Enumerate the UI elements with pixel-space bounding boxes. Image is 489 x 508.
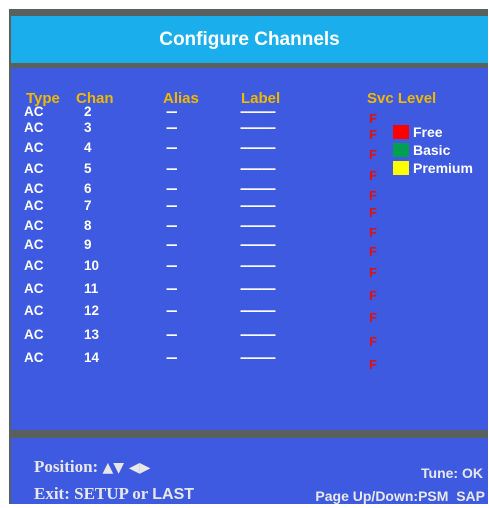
row-type: AC (24, 120, 44, 135)
row-alias: --- (166, 218, 177, 233)
row-alias: --- (166, 161, 177, 176)
row-alias: --- (166, 327, 177, 342)
page-updown-hint: Page Up/Down:PSM SAP (315, 488, 485, 504)
legend-label-premium: Premium (413, 160, 473, 176)
row-label: ---------- (240, 161, 276, 176)
row-chan: 11 (84, 281, 99, 296)
row-type: AC (24, 140, 44, 155)
row-type: AC (24, 281, 44, 296)
row-alias: --- (166, 140, 177, 155)
row-type: AC (24, 218, 44, 233)
row-svc-level: F (369, 147, 377, 162)
row-svc-level: F (369, 334, 377, 349)
exit-last-key: LAST (152, 486, 195, 503)
row-label: ---------- (240, 104, 276, 119)
row-type: AC (24, 237, 44, 252)
row-svc-level: F (369, 225, 377, 240)
row-alias: --- (166, 198, 177, 213)
legend-item-free: Free (393, 124, 443, 140)
row-type: AC (24, 327, 44, 342)
legend-label-basic: Basic (413, 142, 451, 158)
row-svc-level: F (369, 188, 377, 203)
row-alias: --- (166, 120, 177, 135)
row-chan: 2 (84, 104, 92, 119)
row-svc-level: F (369, 127, 377, 142)
row-alias: --- (166, 303, 177, 318)
footer-help-bar: Position: ▲▼ ◀▶ Exit: SETUP or LAST Tune… (11, 438, 488, 504)
title-bar: Configure Channels (11, 16, 488, 63)
row-svc-level: F (369, 244, 377, 259)
header-svc-level: Svc Level (367, 90, 437, 107)
position-hint: Position: ▲▼ ◀▶ (34, 457, 150, 477)
row-label: ---------- (240, 140, 276, 155)
row-chan: 6 (84, 181, 92, 196)
row-chan: 3 (84, 120, 92, 135)
exit-hint: Exit: SETUP or LAST (34, 484, 194, 504)
row-chan: 12 (84, 303, 100, 318)
row-label: ---------- (240, 303, 276, 318)
legend-swatch-basic (393, 143, 409, 157)
row-label: ---------- (240, 327, 276, 342)
row-svc-level: F (369, 310, 377, 325)
row-alias: --- (166, 350, 177, 365)
row-alias: --- (166, 258, 177, 273)
row-label: ---------- (240, 181, 276, 196)
legend-swatch-premium (393, 161, 409, 175)
channel-table-panel: Type Chan Alias Label Svc Level AC 2 --- --… (11, 68, 488, 430)
configure-channels-screen: Configure Channels Type Chan Alias Label… (9, 9, 488, 504)
legend-item-premium: Premium (393, 160, 473, 176)
row-chan: 7 (84, 198, 92, 213)
row-type: AC (24, 303, 44, 318)
row-svc-level: F (369, 168, 377, 183)
row-chan: 13 (84, 327, 100, 342)
position-label: Position: (34, 457, 99, 476)
row-svc-level: F (369, 265, 377, 280)
exit-label: Exit: SETUP or (34, 484, 148, 503)
row-type: AC (24, 181, 44, 196)
row-alias: --- (166, 181, 177, 196)
row-chan: 9 (84, 237, 92, 252)
row-label: ---------- (240, 198, 276, 213)
row-type: AC (24, 161, 44, 176)
arrow-keys-icon: ▲▼ ◀▶ (102, 460, 151, 476)
page-title: Configure Channels (159, 28, 340, 50)
row-alias: --- (166, 281, 177, 296)
row-label: ---------- (240, 237, 276, 252)
row-type: AC (24, 198, 44, 213)
row-label: ---------- (240, 120, 276, 135)
header-chan: Chan (76, 90, 114, 107)
row-chan: 5 (84, 161, 92, 176)
row-chan: 8 (84, 218, 92, 233)
row-type: AC (24, 258, 44, 273)
row-label: ---------- (240, 281, 276, 296)
row-label: ---------- (240, 258, 276, 273)
row-label: ---------- (240, 218, 276, 233)
row-label: ---------- (240, 350, 276, 365)
row-chan: 10 (84, 258, 100, 273)
row-chan: 4 (84, 140, 92, 155)
row-alias: --- (166, 104, 177, 119)
row-type: AC (24, 350, 44, 365)
row-svc-level: F (369, 288, 377, 303)
row-type: AC (24, 104, 44, 119)
row-svc-level: F (369, 111, 377, 126)
row-svc-level: F (369, 205, 377, 220)
legend-swatch-free (393, 125, 409, 139)
row-chan: 14 (84, 350, 100, 365)
tune-hint: Tune: OK (421, 465, 483, 481)
legend-label-free: Free (413, 124, 443, 140)
row-alias: --- (166, 237, 177, 252)
legend-item-basic: Basic (393, 142, 450, 158)
row-svc-level: F (369, 357, 377, 372)
